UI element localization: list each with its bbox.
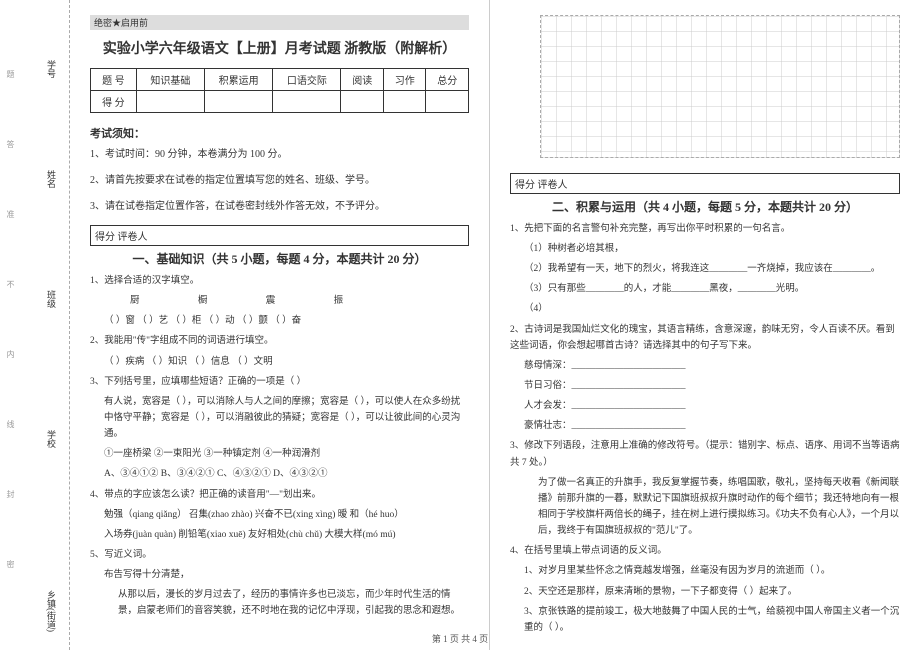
- binding-label-class: 班级: [45, 290, 58, 308]
- score-table: 题 号 知识基础 积累运用 口语交际 阅读 习作 总分 得 分: [90, 68, 469, 113]
- r2-i3: 豪情壮志：________________________: [510, 418, 900, 434]
- r4-stem: 4、在括号里填上带点词语的反义词。: [510, 543, 900, 559]
- left-content-column: 绝密★启用前 实验小学六年级语文【上册】月考试题 浙教版（附解析） 题 号 知识…: [70, 0, 490, 650]
- r1-c: （3）只有那些________的人，才能________黑夜，________光…: [510, 281, 900, 297]
- secret-label: 绝密★启用前: [90, 15, 469, 30]
- binding-label-school: 学校: [45, 430, 58, 448]
- r2-i0: 慈母情深：________________________: [510, 358, 900, 374]
- row-label: 得 分: [91, 91, 137, 113]
- score-cell[interactable]: [273, 91, 341, 113]
- r1-a: （1）种树者必培其根，: [510, 241, 900, 257]
- q2-line: （ ）疾病 （ ）知识 （ ）信息 （ ）文明: [90, 354, 469, 370]
- q4-l2: 入场券(juàn quàn) 削铅笔(xiao xuē) 友好相处(chù ch…: [90, 527, 469, 543]
- page-footer: 第 1 页 共 4 页: [0, 632, 920, 645]
- q2-stem: 2、我能用"传"字组成不同的词语进行填空。: [90, 333, 469, 349]
- th-4: 阅读: [341, 69, 384, 91]
- q3-opts: ①一座桥梁 ②一束阳光 ③一种镇定剂 ④一种润滑剂: [90, 446, 469, 462]
- r3-body: 为了做一名真正的升旗手，我反复掌握节奏，练唱国歌，敬礼，坚持每天收看《新闻联播》…: [510, 475, 900, 540]
- seal-mark-nei: 内: [5, 350, 16, 370]
- r2-stem: 2、古诗词是我国灿烂文化的瑰宝，其语言精练，含意深邃，韵味无穷，令人百读不厌。看…: [510, 322, 900, 354]
- r1-stem: 1、先把下面的名言警句补充完整，再写出你平时积累的一句名言。: [510, 221, 900, 237]
- q5-p1: 从那以后，漫长的岁月过去了，经历的事情许多也已淡忘，而少年时代生活的情景，启蒙老…: [90, 587, 469, 619]
- notice-title: 考试须知：: [90, 125, 469, 141]
- th-num: 题 号: [91, 69, 137, 91]
- binding-label-id: 学号: [45, 60, 58, 78]
- seal-mark-ti: 题: [5, 70, 16, 90]
- score-cell[interactable]: [341, 91, 384, 113]
- q1-stem: 1、选择合适的汉字填空。: [90, 273, 469, 289]
- section2-title: 二、积累与运用（共 4 小题，每题 5 分，本题共计 20 分）: [510, 198, 900, 215]
- q4-l1: 勉强（qiang qiǎng） 召集(zhao zhào) 兴奋不已(xing …: [90, 507, 469, 523]
- binding-column: 乡镇(街道) 学校 班级 姓名 学号 密 封 线 内 不 准 答 题: [0, 0, 70, 650]
- seal-mark-mi: 密: [5, 560, 16, 580]
- score-cell[interactable]: [204, 91, 272, 113]
- seal-mark-zhun: 准: [5, 210, 16, 230]
- th-5: 习作: [383, 69, 426, 91]
- th-total: 总分: [426, 69, 469, 91]
- seal-mark-bu: 不: [5, 280, 16, 300]
- score-cell[interactable]: [426, 91, 469, 113]
- r1-b: （2）我希望有一天，地下的烈火，将我连这________一齐烧掉，我应该在___…: [510, 261, 900, 277]
- score-cell[interactable]: [383, 91, 426, 113]
- q3-choices: A、③④①② B、③④②① C、④③②① D、④③②①: [90, 466, 469, 482]
- seal-mark-feng: 封: [5, 490, 16, 510]
- notice-item: 1、考试时间：90 分钟，本卷满分为 100 分。: [90, 147, 469, 163]
- seal-mark-da: 答: [5, 140, 16, 160]
- r3-stem: 3、修改下列语段，注意用上准确的修改符号。（提示：错别字、标点、语序、用词不当等…: [510, 438, 900, 470]
- table-row: 得 分: [91, 91, 469, 113]
- q4-stem: 4、带点的字应该怎么读？把正确的读音用"—"划出来。: [90, 487, 469, 503]
- notice-item: 2、请首先按要求在试卷的指定位置填写您的姓名、班级、学号。: [90, 173, 469, 189]
- right-content-column: 得分 评卷人 二、积累与运用（共 4 小题，每题 5 分，本题共计 20 分） …: [490, 0, 920, 650]
- score-cell[interactable]: [136, 91, 204, 113]
- table-row: 题 号 知识基础 积累运用 口语交际 阅读 习作 总分: [91, 69, 469, 91]
- q5-stem: 5、写近义词。: [90, 547, 469, 563]
- r4-a: 1、对岁月里某些怀念之情竟越发增强，丝毫没有因为岁月的流逝而（ ）。: [510, 563, 900, 579]
- th-2: 积累运用: [204, 69, 272, 91]
- exam-page: 乡镇(街道) 学校 班级 姓名 学号 密 封 线 内 不 准 答 题 绝密★启用…: [0, 0, 920, 650]
- exam-title: 实验小学六年级语文【上册】月考试题 浙教版（附解析）: [90, 38, 469, 58]
- q3-stem: 3、下列括号里，应填哪些短语？正确的一项是（ ）: [90, 374, 469, 390]
- r2-i1: 节日习俗：________________________: [510, 378, 900, 394]
- writing-grid[interactable]: [540, 15, 900, 158]
- section1-title: 一、基础知识（共 5 小题，每题 4 分，本题共计 20 分）: [90, 250, 469, 267]
- th-3: 口语交际: [273, 69, 341, 91]
- th-1: 知识基础: [136, 69, 204, 91]
- binding-label-name: 姓名: [45, 170, 58, 188]
- binding-label-township: 乡镇(街道): [45, 590, 58, 632]
- q3-body: 有人说，宽容是（ ），可以消除人与人之间的摩擦；宽容是（ ），可以使人在众多纷扰…: [90, 394, 469, 442]
- q1-chars: 厨 橱 震 振: [90, 293, 469, 309]
- score-box: 得分 评卷人: [510, 173, 900, 194]
- q5-body: 布告写得十分清楚，: [90, 567, 469, 583]
- notice-item: 3、请在试卷指定位置作答，在试卷密封线外作答无效，不予评分。: [90, 199, 469, 215]
- q1-blanks: （ ）窗 （ ）艺 （ ）柜 （ ）动 （ ）颤 （ ）奋: [90, 313, 469, 329]
- r2-i2: 人才会发：________________________: [510, 398, 900, 414]
- r4-b: 2、天空还是那样，原来清晰的景物，一下子都变得（ ）起来了。: [510, 584, 900, 600]
- score-box: 得分 评卷人: [90, 225, 469, 246]
- seal-mark-xian: 线: [5, 420, 16, 440]
- r1-d: （4）: [510, 301, 900, 317]
